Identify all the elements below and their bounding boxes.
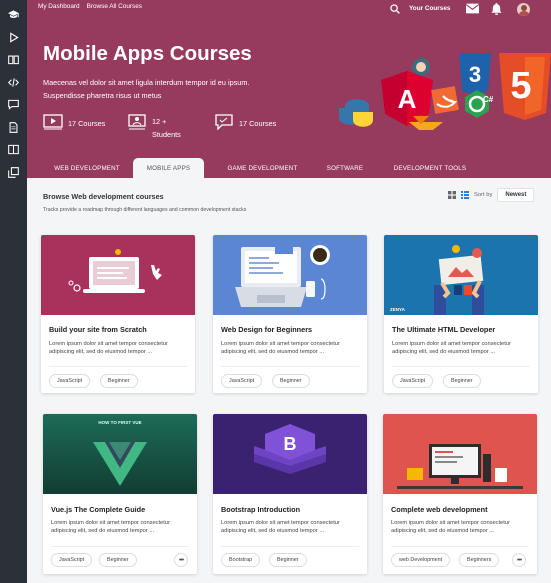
teacher-icon — [128, 114, 146, 130]
course-card[interactable]: B Bootstrap Introduction Lorem ipsum dol… — [213, 414, 367, 574]
course-tag[interactable]: Beginner — [272, 374, 310, 388]
chat-icon — [215, 114, 233, 130]
course-description: Lorem ipsum dolor sit amet tempor consec… — [391, 520, 510, 534]
course-tag[interactable]: Beginner — [100, 374, 138, 388]
image-caption: ZENYA — [390, 307, 405, 312]
page-title: Mobile Apps Courses — [43, 42, 252, 65]
stat-courses: 17 Courses — [43, 114, 105, 130]
course-image: B — [213, 414, 367, 494]
course-image — [383, 414, 537, 494]
course-description: Lorem ipsum dolor sit amet tempor consec… — [51, 520, 170, 534]
course-tag[interactable]: web Development — [391, 553, 451, 567]
html5-logo: 5 — [510, 65, 531, 107]
copy-icon[interactable] — [5, 164, 22, 181]
course-description: Lorem ipsum dolor sit amet tempor consec… — [221, 341, 340, 355]
avatar[interactable] — [517, 3, 530, 16]
course-card[interactable]: Complete web development Lorem ipsum dol… — [383, 414, 537, 574]
course-title[interactable]: Complete web development — [391, 505, 488, 514]
course-tag[interactable]: Beginners — [459, 553, 500, 567]
course-tag[interactable]: JavaScript — [51, 553, 93, 567]
image-caption: HOW TO FIRST VUE — [98, 420, 142, 425]
tab-game-development[interactable]: GAME DEVELOPMENT — [214, 158, 311, 178]
course-tag[interactable]: Beginner — [99, 553, 137, 567]
more-options-icon[interactable]: ••• — [512, 553, 526, 567]
course-description: Lorem ipsum dolor sit amet tempor consec… — [49, 341, 168, 355]
sort-select[interactable]: Newest — [497, 188, 535, 202]
angular-logo: A — [398, 84, 417, 114]
tab-software[interactable]: SOFTWARE — [319, 158, 371, 178]
hero-description: Maecenas vel dolor sit amet ligula inter… — [43, 78, 250, 100]
sort-bar: Sort by Newest — [448, 188, 535, 202]
browse-courses-link[interactable]: Browse All Courses — [87, 3, 142, 10]
video-icon — [43, 114, 63, 130]
top-nav: My Dashboard Browse All Courses — [38, 3, 142, 10]
columns-icon[interactable] — [5, 141, 22, 158]
course-tag[interactable]: JavaScript — [49, 374, 91, 388]
course-tag[interactable]: Beginner — [269, 553, 307, 567]
section-title: Browse Web development courses — [43, 192, 164, 201]
chat-icon[interactable] — [5, 96, 22, 113]
stat-lessons: 17 Courses — [214, 114, 276, 130]
hero-banner: My Dashboard Browse All Courses Your Cou… — [27, 0, 551, 178]
course-image — [41, 235, 195, 315]
play-icon[interactable] — [5, 29, 22, 46]
more-options-icon[interactable]: ••• — [174, 553, 188, 567]
csharp-logo: C# — [483, 95, 494, 104]
course-image — [213, 235, 367, 315]
course-title[interactable]: Web Design for Beginners — [221, 325, 312, 334]
course-image: HOW TO FIRST VUE — [43, 414, 197, 494]
css3-logo: 3 — [469, 62, 481, 87]
course-title[interactable]: Bootstrap Introduction — [221, 505, 300, 514]
course-image: ZENYA — [384, 235, 538, 315]
course-tag[interactable]: Beginner — [443, 374, 481, 388]
divider — [221, 366, 359, 367]
divider — [221, 546, 359, 547]
search-icon[interactable] — [390, 4, 400, 14]
bell-icon[interactable] — [491, 3, 502, 15]
tab-mobile-apps[interactable]: MOBILE APPS — [133, 158, 204, 178]
bootstrap-logo: B — [283, 434, 297, 454]
graduation-cap-icon[interactable] — [5, 6, 22, 23]
stat-label: 17 Courses — [68, 119, 106, 128]
stat-label: 12 + Students — [152, 117, 181, 139]
tab-web-development[interactable]: WEB DEVELOPMENT — [41, 158, 133, 178]
book-icon[interactable] — [5, 51, 22, 68]
divider — [392, 366, 530, 367]
course-tag[interactable]: Bootstrap — [221, 553, 261, 567]
course-tag[interactable]: JavaScript — [392, 374, 434, 388]
sort-label: Sort by — [474, 192, 493, 198]
course-card[interactable]: Build your site from Scratch Lorem ipsum… — [41, 235, 195, 393]
divider — [391, 546, 529, 547]
category-tabs: WEB DEVELOPMENT MOBILE APPS GAME DEVELOP… — [27, 158, 551, 178]
your-courses-link[interactable]: Your Courses — [409, 5, 450, 12]
document-icon[interactable] — [5, 119, 22, 136]
stat-label: 17 Courses — [239, 119, 277, 128]
course-description: Lorem ipsum dolor sit amet tempor consec… — [392, 341, 511, 355]
course-title[interactable]: The Ultimate HTML Developer — [392, 325, 495, 334]
section-subtitle: Tracks provide a roadmap through differe… — [43, 207, 247, 213]
tab-development-tools[interactable]: DEVELOPMENT TOOLS — [384, 158, 476, 178]
stat-students: 12 + Students — [127, 114, 182, 141]
course-card[interactable]: ZENYA The Ultimate HTML Developer Lorem … — [384, 235, 538, 393]
sidebar — [0, 0, 27, 583]
course-description: Lorem ipsum dolor sit amet tempor consec… — [221, 520, 340, 534]
my-dashboard-link[interactable]: My Dashboard — [38, 3, 80, 10]
course-card[interactable]: HOW TO FIRST VUE Vue.js The Complete Gui… — [43, 414, 197, 574]
course-tag[interactable]: JavaScript — [221, 374, 263, 388]
code-icon[interactable] — [5, 74, 22, 91]
course-card[interactable]: Web Design for Beginners Lorem ipsum dol… — [213, 235, 367, 393]
grid-view-icon[interactable] — [448, 191, 456, 199]
mail-icon[interactable] — [466, 3, 479, 14]
list-view-icon[interactable] — [461, 191, 469, 199]
divider — [51, 546, 189, 547]
course-title[interactable]: Vue.js The Complete Guide — [51, 505, 145, 514]
course-title[interactable]: Build your site from Scratch — [49, 325, 147, 334]
divider — [49, 366, 187, 367]
